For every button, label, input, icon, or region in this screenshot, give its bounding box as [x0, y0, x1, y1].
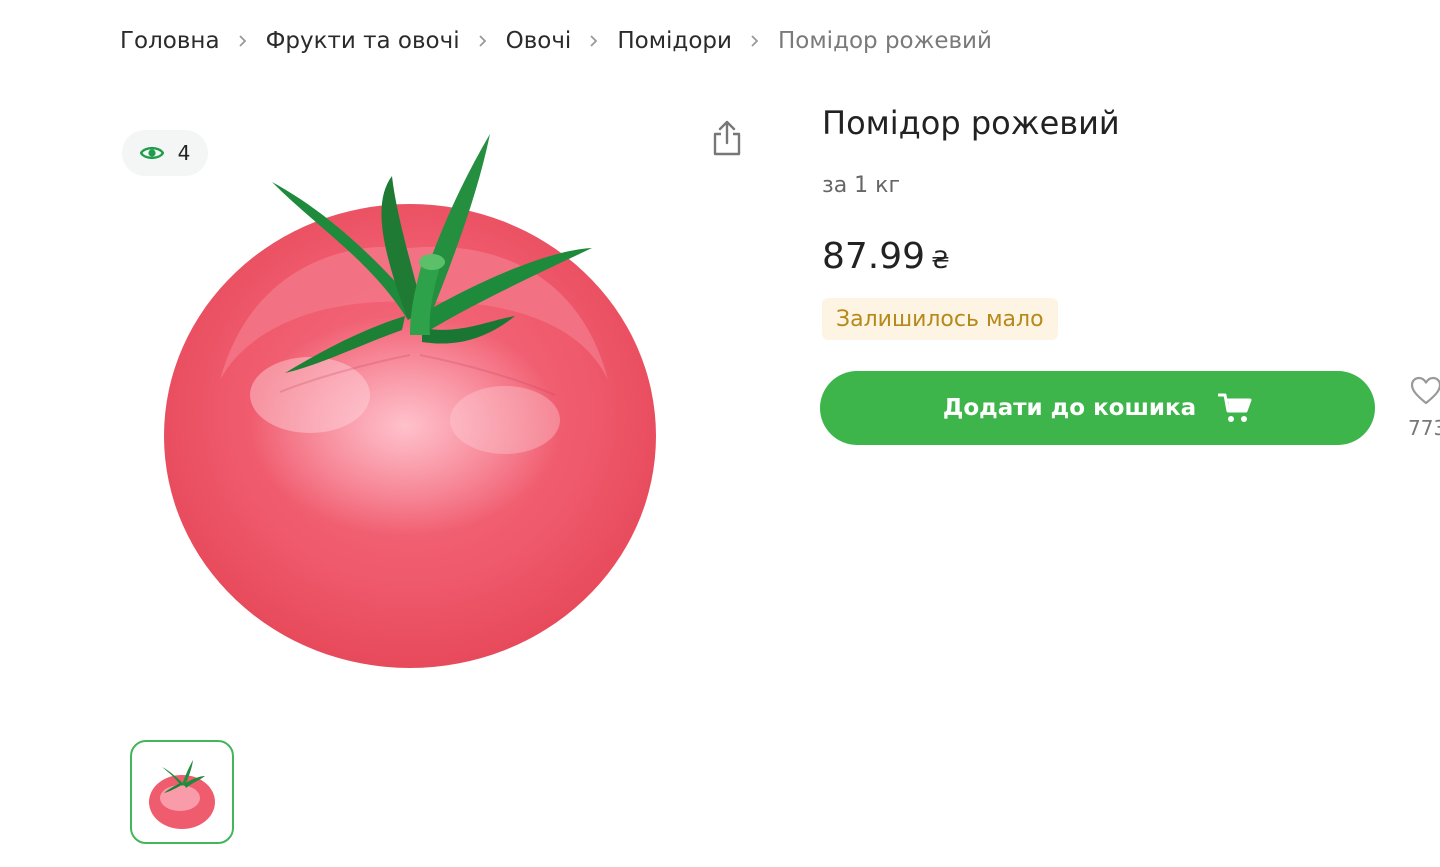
product-image [160, 130, 680, 675]
currency-symbol: ₴ [931, 246, 950, 274]
breadcrumb-fruits-vegetables[interactable]: Фрукти та овочі [266, 24, 460, 58]
product-title: Помідор рожевий [822, 104, 1120, 142]
cart-icon [1218, 392, 1252, 424]
share-icon [711, 119, 743, 157]
add-to-cart-button[interactable]: Додати до кошика [820, 371, 1375, 445]
favorites-count: 773 [1408, 416, 1440, 440]
product-page: Головна Фрукти та овочі Овочі Помідори П… [0, 0, 1440, 867]
product-unit: за 1 кг [822, 173, 901, 198]
chevron-right-icon [460, 34, 506, 48]
product-gallery: 4 [120, 100, 760, 700]
breadcrumb-tomatoes[interactable]: Помідори [617, 24, 732, 58]
add-to-cart-label: Додати до кошика [942, 395, 1197, 421]
breadcrumb-current: Помідор рожевий [777, 28, 992, 54]
chevron-right-icon [732, 34, 778, 48]
chevron-right-icon [571, 34, 617, 48]
breadcrumb-vegetables[interactable]: Овочі [506, 24, 572, 58]
share-button[interactable] [708, 118, 746, 158]
product-price: 87.99 ₴ [822, 234, 950, 283]
breadcrumb: Головна Фрукти та овочі Овочі Помідори П… [120, 24, 992, 58]
favorite-button[interactable]: 773 [1408, 376, 1440, 446]
chevron-right-icon [220, 34, 266, 48]
breadcrumb-home[interactable]: Головна [120, 24, 220, 58]
stock-status-badge: Залишилось мало [822, 298, 1058, 340]
product-thumbnail[interactable] [130, 740, 234, 844]
price-value: 87.99 [822, 236, 926, 277]
